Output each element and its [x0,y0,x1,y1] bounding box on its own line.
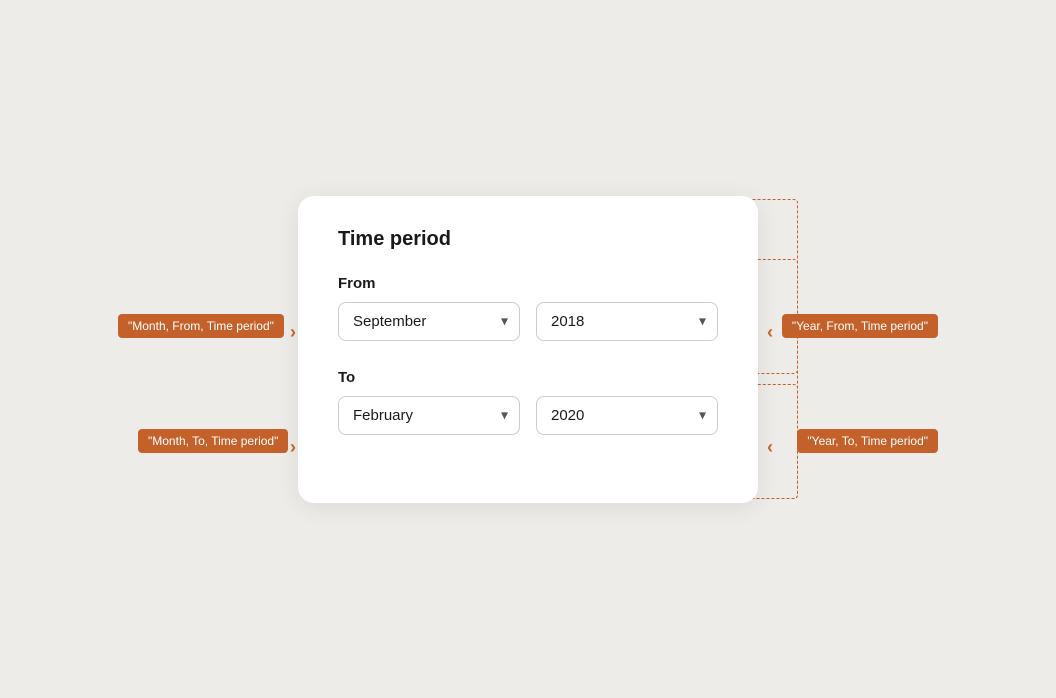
to-year-select[interactable]: 2015 2016 2017 2018 2019 2020 2021 2022 … [536,396,718,435]
card-title: Time period [338,228,718,251]
from-dropdowns-row: January February March April May June Ju… [338,302,718,341]
to-year-wrapper: 2015 2016 2017 2018 2019 2020 2021 2022 … [536,396,718,435]
scene: "Month, From, Time period" "Year, From, … [118,139,938,559]
annotation-year-from: "Year, From, Time period" [782,314,938,338]
to-label: To [338,369,718,386]
from-month-wrapper: January February March April May June Ju… [338,302,520,341]
arrow-right-to: ‹ [767,437,773,458]
arrow-left-to: › [290,437,296,458]
from-year-select[interactable]: 2015 2016 2017 2018 2019 2020 2021 2022 … [536,302,718,341]
from-label: From [338,275,718,292]
from-month-select[interactable]: January February March April May June Ju… [338,302,520,341]
to-section: To January February March April May June… [338,369,718,435]
arrow-right-from: ‹ [767,322,773,343]
to-month-select[interactable]: January February March April May June Ju… [338,396,520,435]
to-month-wrapper: January February March April May June Ju… [338,396,520,435]
annotation-month-from: "Month, From, Time period" [118,314,284,338]
annotation-year-to: "Year, To, Time period" [797,429,938,453]
annotation-month-to: "Month, To, Time period" [138,429,288,453]
to-dropdowns-row: January February March April May June Ju… [338,396,718,435]
from-section: From January February March April May Ju… [338,275,718,341]
from-year-wrapper: 2015 2016 2017 2018 2019 2020 2021 2022 … [536,302,718,341]
arrow-left-from: › [290,322,296,343]
time-period-card: Time period From January February March … [298,196,758,503]
